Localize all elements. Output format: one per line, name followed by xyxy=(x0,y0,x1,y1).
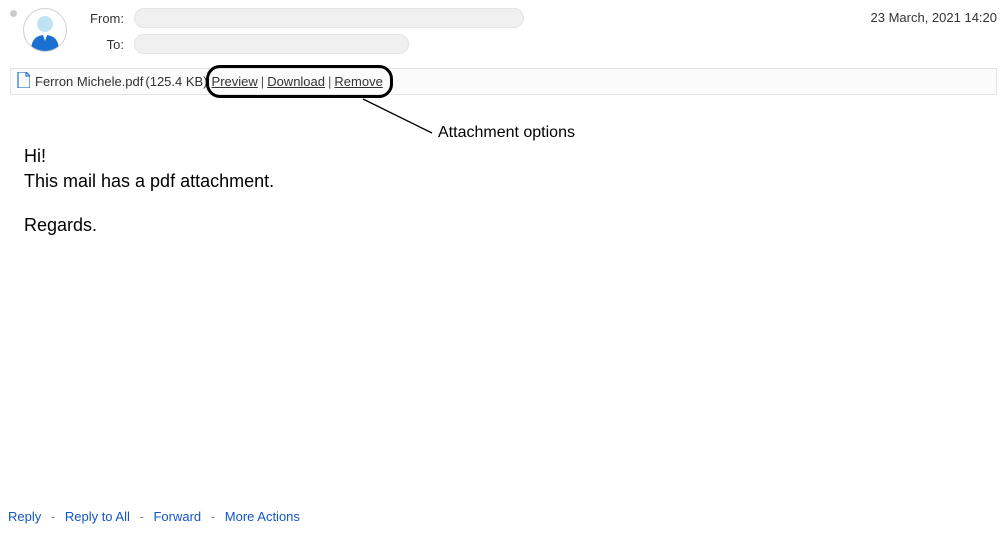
forward-link[interactable]: Forward xyxy=(153,509,201,524)
preview-link[interactable]: Preview xyxy=(212,74,258,89)
timestamp: 23 March, 2021 14:20 xyxy=(871,10,997,25)
avatar xyxy=(23,8,67,52)
body-line: This mail has a pdf attachment. xyxy=(24,170,1007,193)
to-label: To: xyxy=(79,37,124,52)
body-line: Regards. xyxy=(24,214,1007,237)
status-dot-icon xyxy=(10,10,17,17)
email-header: From: To: 23 March, 2021 14:20 xyxy=(0,0,1007,54)
footer-actions: Reply - Reply to All - Forward - More Ac… xyxy=(8,509,300,524)
separator: - xyxy=(51,509,55,524)
header-fields: From: To: xyxy=(79,8,524,54)
body-line: Hi! xyxy=(24,145,1007,168)
annotation-label: Attachment options xyxy=(438,124,575,142)
from-value-pill xyxy=(134,8,524,28)
separator: - xyxy=(211,509,215,524)
attachment-options: Preview | Download | Remove xyxy=(212,74,383,89)
reply-all-link[interactable]: Reply to All xyxy=(65,509,130,524)
separator: | xyxy=(261,74,264,89)
separator: | xyxy=(328,74,331,89)
avatar-person-icon xyxy=(25,11,65,51)
attachment-size: (125.4 KB) xyxy=(145,74,207,89)
to-value-pill xyxy=(134,34,409,54)
remove-link[interactable]: Remove xyxy=(334,74,382,89)
attachment-filename: Ferron Michele.pdf xyxy=(35,74,143,89)
reply-link[interactable]: Reply xyxy=(8,509,41,524)
from-label: From: xyxy=(79,11,124,26)
to-row: To: xyxy=(79,34,524,54)
download-link[interactable]: Download xyxy=(267,74,325,89)
separator: - xyxy=(140,509,144,524)
from-row: From: xyxy=(79,8,524,28)
attachment-bar: Ferron Michele.pdf (125.4 KB) Preview | … xyxy=(10,68,997,95)
email-body: Hi! This mail has a pdf attachment. Rega… xyxy=(24,145,1007,237)
file-icon xyxy=(17,72,30,91)
more-actions-link[interactable]: More Actions xyxy=(225,509,300,524)
